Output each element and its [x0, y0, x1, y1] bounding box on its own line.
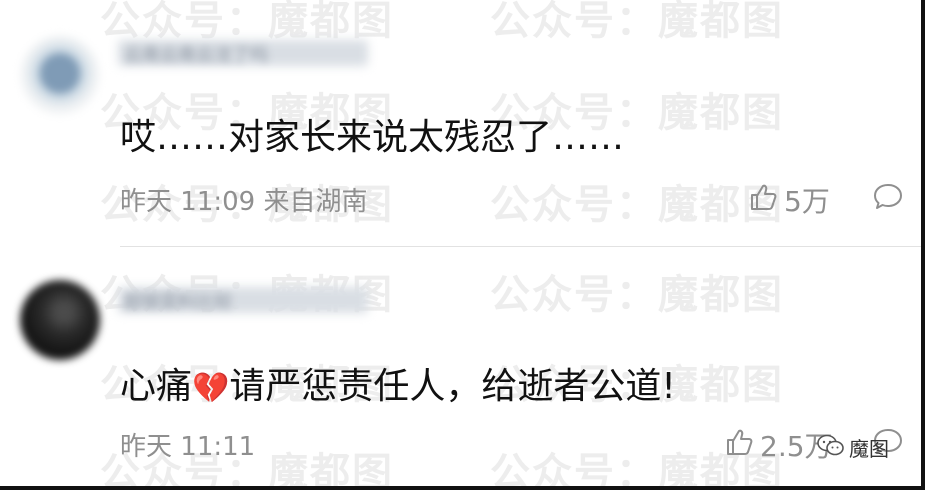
- comment-time: 11:09: [180, 187, 256, 217]
- comment-text: 心痛💔请严惩责任人，给逝者公道!: [120, 357, 676, 409]
- username[interactable]: 超银菜料比较: [124, 288, 232, 314]
- avatar[interactable]: [20, 280, 100, 360]
- comment-location: 来自湖南: [263, 187, 368, 217]
- wechat-icon: [817, 433, 845, 462]
- like-count: 5万: [784, 185, 830, 218]
- wechat-badge: 魔图: [817, 433, 889, 462]
- comment-item: 云南云南云沈了吗 哎……对家长来说太残忍了…… 昨天 11:09 来自湖南 5万: [0, 0, 921, 246]
- comment-text-suffix: 请严惩责任人，给逝者公道!: [229, 366, 676, 407]
- broken-heart-icon: 💔: [192, 371, 230, 406]
- comment-meta: 昨天 11:11: [120, 426, 255, 463]
- comment-bubble-icon: [872, 184, 904, 216]
- thumbs-up-icon: [724, 427, 754, 464]
- comment-screenshot: 公众号：魔都图 公众号：魔都图 公众号：魔都图 公众号：魔都图 公众号：魔都图 …: [0, 0, 925, 490]
- thumbs-up-icon: [748, 182, 778, 219]
- comment-date: 昨天: [120, 187, 173, 217]
- comment-time: 11:11: [180, 432, 256, 462]
- comment-meta: 昨天 11:09 来自湖南: [120, 181, 368, 218]
- badge-label: 魔图: [849, 437, 889, 461]
- avatar[interactable]: [20, 35, 100, 115]
- reply-button[interactable]: [872, 182, 904, 216]
- comment-text-prefix: 心痛: [120, 366, 193, 407]
- comment-item: 超银菜料比较 心痛💔请严惩责任人，给逝者公道! 昨天 11:11 2.5万: [0, 247, 921, 486]
- comment-text: 哎……对家长来说太残忍了……: [120, 117, 625, 158]
- comment-date: 昨天: [120, 432, 173, 462]
- like-button[interactable]: 5万: [748, 180, 830, 220]
- username[interactable]: 云南云南云沈了吗: [124, 41, 268, 67]
